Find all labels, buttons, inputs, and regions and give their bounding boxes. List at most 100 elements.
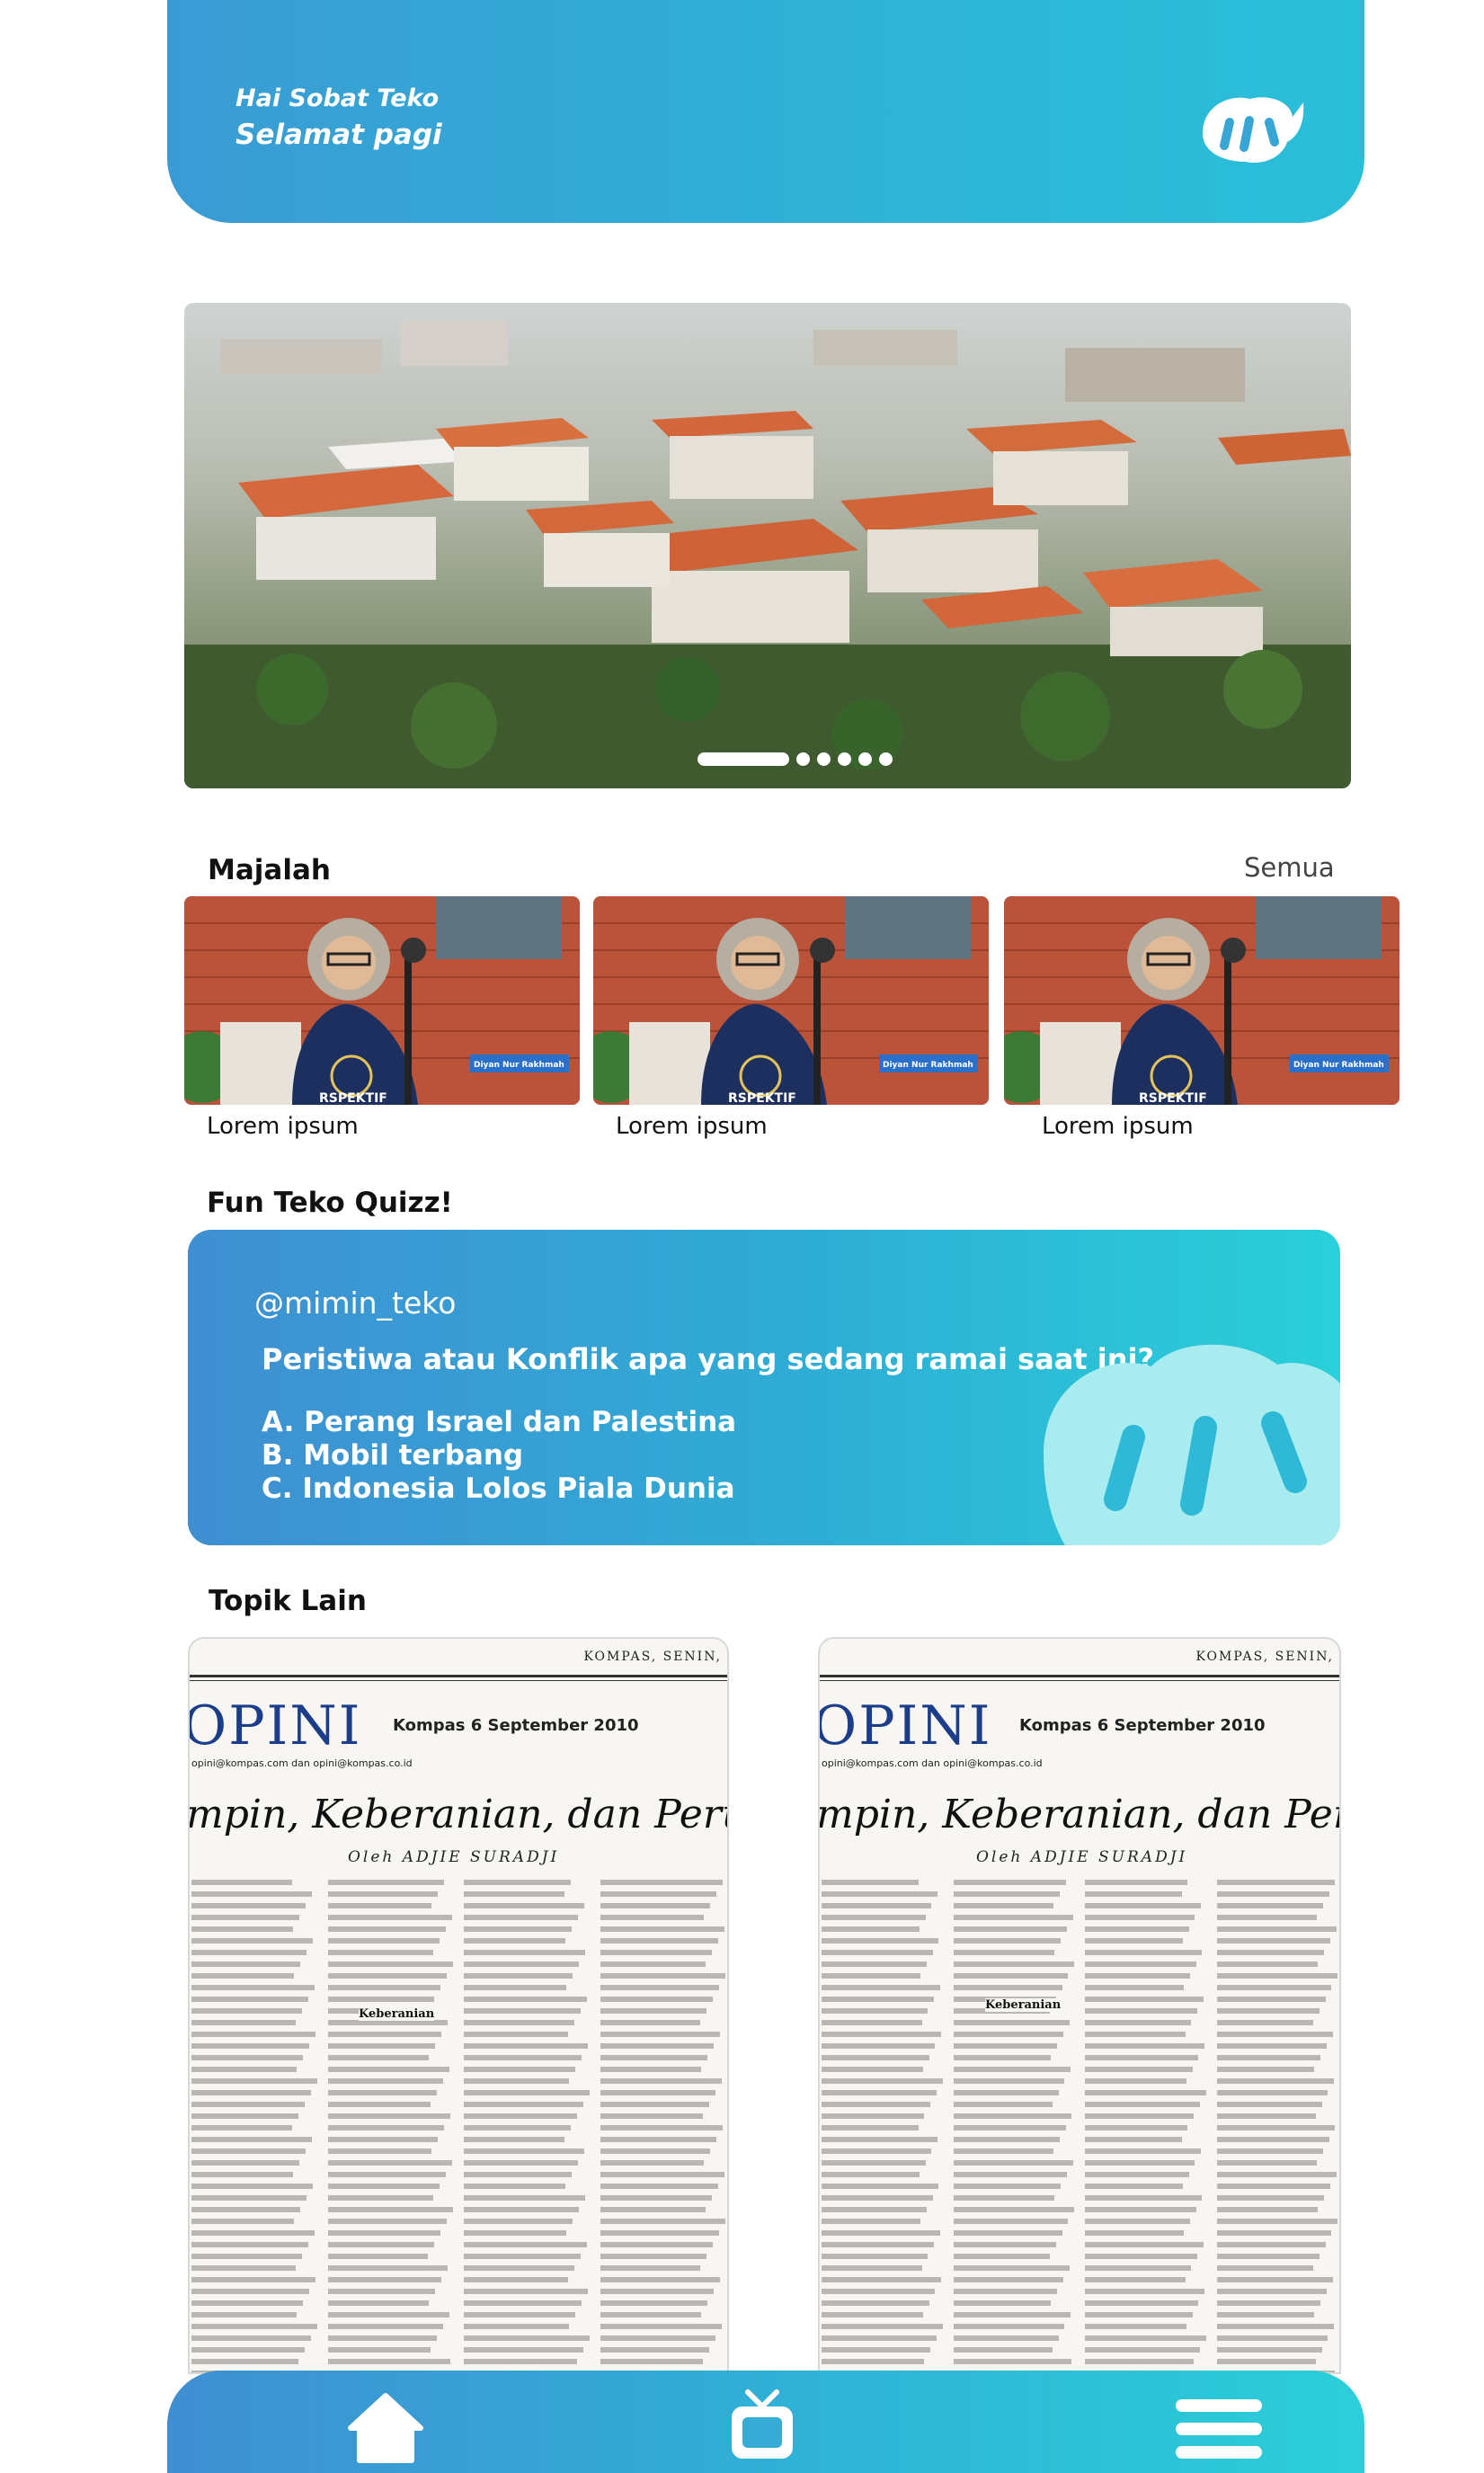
paper-text-line <box>1216 2300 1321 2306</box>
quiz-card[interactable]: @mimin_teko Peristiwa atau Konflik apa y… <box>188 1230 1340 1545</box>
hero-banner[interactable] <box>184 303 1351 788</box>
paper-text-line <box>464 1985 567 1990</box>
paper-text-line <box>464 2102 583 2107</box>
paper-text-line <box>600 2184 718 2189</box>
paper-text-line <box>953 2312 1071 2317</box>
paper-text-line <box>1085 2055 1199 2060</box>
tv-icon[interactable] <box>726 2387 798 2462</box>
paper-text-line <box>327 2359 451 2364</box>
paper-text-line <box>600 2008 707 2014</box>
paper-text-line <box>191 2289 310 2294</box>
paper-text-line <box>600 1880 724 1885</box>
carousel-dot-active[interactable] <box>698 752 789 766</box>
paper-text-line <box>327 2254 429 2259</box>
paper-text-line <box>191 2102 305 2107</box>
quiz-option-a[interactable]: A. Perang Israel dan Palestina <box>262 1406 736 1438</box>
paper-text-line <box>822 2043 936 2049</box>
paper-text-line <box>191 2324 317 2329</box>
paper-headline: mpin, Keberanian, dan Perubah <box>818 1792 1339 1837</box>
bottom-navigation <box>167 2371 1364 2473</box>
paper-text-line <box>327 2219 448 2224</box>
paper-rule <box>190 1680 727 1681</box>
paper-text-line <box>464 2347 583 2353</box>
paper-text-line <box>600 1961 706 1967</box>
paper-text-line <box>191 2347 305 2353</box>
paper-text-line <box>327 2043 436 2049</box>
magazine-card[interactable]: Diyan Nur Rakhmah RSPEKTIF <box>593 896 989 1105</box>
paper-text-line <box>327 1985 441 1990</box>
magazine-card[interactable]: Diyan Nur Rakhmah RSPEKTIF <box>184 896 580 1105</box>
paper-text-line <box>191 2277 316 2282</box>
paper-column <box>600 1880 725 2372</box>
paper-email: opini@kompas.com dan opini@kompas.co.id <box>822 1757 1043 1769</box>
paper-text-line <box>191 2055 304 2060</box>
paper-text-line <box>822 1950 933 1955</box>
paper-text-line <box>953 2090 1059 2095</box>
paper-text-line <box>191 1961 301 1967</box>
paper-text-line <box>822 2008 929 2014</box>
paper-masthead: KOMPAS, SENIN, <box>583 1650 722 1664</box>
quiz-option-c[interactable]: C. Indonesia Lolos Piala Dunia <box>262 1472 735 1505</box>
carousel-dot[interactable] <box>858 752 872 766</box>
paper-text-line <box>327 1915 452 1920</box>
paper-text-line <box>822 2289 936 2294</box>
paper-text-line <box>600 1903 711 1908</box>
paper-text-line <box>191 1891 312 1897</box>
paper-text-line <box>464 1973 573 1979</box>
paper-text-line <box>822 2172 920 2177</box>
paper-text-line <box>1085 2043 1205 2049</box>
quiz-option-b[interactable]: B. Mobil terbang <box>262 1439 523 1472</box>
home-icon[interactable] <box>347 2392 424 2464</box>
paper-text-line <box>600 1891 717 1897</box>
paper-text-line <box>191 1973 295 1979</box>
topic-card[interactable]: KOMPAS, SENIN, OPINI Kompas 6 September … <box>188 1637 729 2374</box>
paper-text-line <box>953 1973 1069 1979</box>
paper-text-line <box>953 2148 1054 2154</box>
magazine-see-all-link[interactable]: Semua <box>1244 852 1335 883</box>
paper-text-line <box>953 2055 1052 2060</box>
paper-text-line <box>822 2207 927 2212</box>
magazine-card-label: Lorem ipsum <box>1042 1113 1194 1140</box>
paper-text-line <box>327 1880 445 1885</box>
carousel-dot[interactable] <box>796 752 810 766</box>
paper-text-line <box>464 2008 581 2014</box>
paper-text-line <box>464 2195 586 2201</box>
paper-text-line <box>600 2347 709 2353</box>
paper-text-line <box>1216 2008 1320 2014</box>
paper-text-line <box>822 1938 939 1944</box>
paper-text-line <box>1216 1985 1332 1990</box>
paper-text-line <box>1216 2160 1318 2166</box>
teko-mascot-icon <box>1044 1344 1340 1545</box>
carousel-indicator[interactable] <box>698 752 893 766</box>
magazine-card[interactable]: Diyan Nur Rakhmah RSPEKTIF <box>1004 896 1400 1105</box>
paper-text-line <box>1085 2020 1192 2025</box>
paper-text-line <box>327 1926 446 1932</box>
carousel-dot[interactable] <box>879 752 893 766</box>
paper-text-line <box>600 2312 702 2317</box>
svg-text:Diyan Nur Rakhmah: Diyan Nur Rakhmah <box>474 1061 564 1070</box>
magazine-card-label: Lorem ipsum <box>616 1113 768 1140</box>
paper-text-line <box>1216 1961 1319 1967</box>
paper-byline: Oleh ADJIE SURADJI <box>348 1848 560 1866</box>
paper-section-title: OPINI <box>188 1695 362 1757</box>
paper-byline: Oleh ADJIE SURADJI <box>976 1848 1188 1866</box>
carousel-dot[interactable] <box>817 752 831 766</box>
paper-text-line <box>1085 2160 1195 2166</box>
paper-text-line <box>191 2300 304 2306</box>
topic-card[interactable]: KOMPAS, SENIN, OPINI Kompas 6 September … <box>818 1637 1341 2374</box>
paper-text-line <box>1085 2242 1204 2247</box>
paper-text-line <box>1216 2113 1316 2119</box>
paper-text-line <box>1085 1938 1183 1944</box>
teko-logo-icon[interactable] <box>1194 86 1305 167</box>
paper-text-line <box>464 2055 582 2060</box>
paper-text-line <box>191 2195 307 2201</box>
paper-text-line <box>1085 1950 1203 1955</box>
paper-text-line <box>1085 1915 1195 1920</box>
carousel-dot[interactable] <box>838 752 851 766</box>
paper-text-line <box>822 2254 929 2259</box>
paper-text-line <box>822 2102 931 2107</box>
paper-text-line <box>1216 2207 1319 2212</box>
paper-text-line <box>1085 1903 1202 1908</box>
paper-text-line <box>600 1985 720 1990</box>
menu-icon[interactable] <box>1174 2397 1264 2460</box>
